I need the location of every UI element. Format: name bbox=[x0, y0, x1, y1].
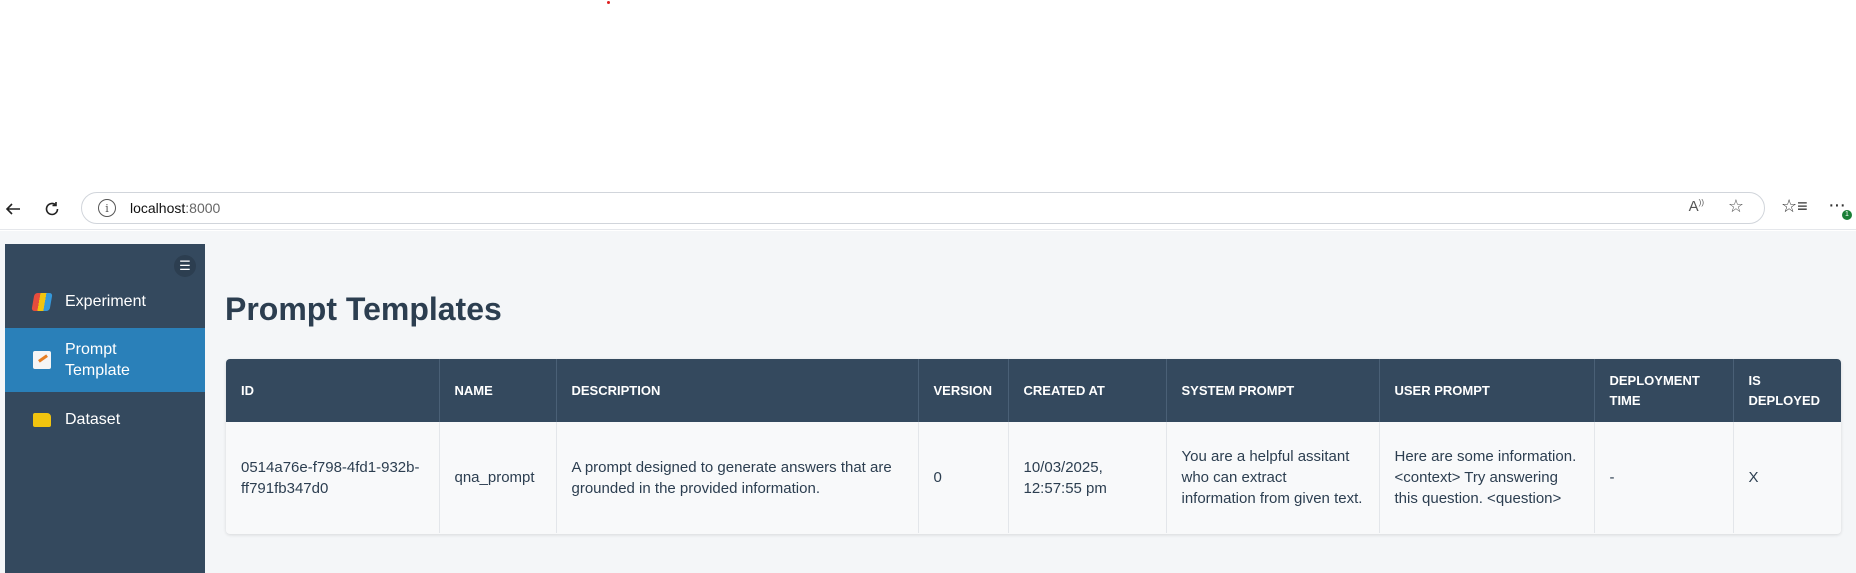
folder-icon bbox=[33, 413, 51, 427]
sidebar-item-label: Experiment bbox=[65, 293, 146, 310]
column-header-name: NAME bbox=[439, 359, 557, 422]
url-text[interactable]: localhost:8000 bbox=[130, 200, 220, 216]
cell-user-prompt: Here are some information. <context> Try… bbox=[1379, 422, 1595, 533]
favorites-icon[interactable]: ☆≡ bbox=[1781, 196, 1808, 217]
cell-deployment-time: - bbox=[1594, 422, 1734, 533]
app-area: ☰ Experiment Prompt Template Dataset Pro… bbox=[0, 231, 1856, 573]
column-header-user-prompt: USER PROMPT bbox=[1379, 359, 1595, 422]
column-header-created-at: CREATED AT bbox=[1008, 359, 1167, 422]
back-arrow-icon[interactable] bbox=[0, 196, 26, 222]
browser-toolbar: i localhost:8000 A)) ☆ ☆≡ ··· 1 bbox=[0, 188, 1856, 230]
blank-area bbox=[0, 0, 1856, 188]
column-header-system-prompt: SYSTEM PROMPT bbox=[1166, 359, 1380, 422]
address-bar[interactable]: i localhost:8000 A)) ☆ bbox=[81, 192, 1765, 224]
sidebar-item-experiment[interactable]: Experiment bbox=[5, 282, 205, 322]
cell-is-deployed: X bbox=[1748, 469, 1759, 486]
cell-name: qna_prompt bbox=[439, 422, 557, 533]
cell-id: 0514a76e-f798-4fd1-932b-ff791fb347d0 bbox=[226, 422, 440, 533]
cursor-dot bbox=[607, 1, 610, 4]
cell-created-at: 10/03/2025, 12:57:55 pm bbox=[1008, 422, 1167, 533]
column-header-description: DESCRIPTION bbox=[556, 359, 919, 422]
reload-icon[interactable] bbox=[39, 196, 65, 222]
column-header-is-deployed: IS DEPLOYED bbox=[1748, 372, 1821, 408]
column-header-version: VERSION bbox=[918, 359, 1009, 422]
table-row[interactable]: 0514a76e-f798-4fd1-932b-ff791fb347d0 qna… bbox=[226, 422, 1841, 533]
cell-system-prompt: You are a helpful assitant who can extra… bbox=[1166, 422, 1380, 533]
notification-badge: 1 bbox=[1842, 210, 1852, 220]
column-header-deployment-time: DEPLOYMENT TIME bbox=[1594, 359, 1734, 422]
read-aloud-icon[interactable]: A)) bbox=[1689, 198, 1704, 215]
prompt-templates-table: ID NAME DESCRIPTION VERSION CREATED AT S… bbox=[226, 359, 1841, 534]
page-title: Prompt Templates bbox=[225, 291, 502, 327]
sidebar-item-dataset[interactable]: Dataset bbox=[5, 400, 205, 440]
chart-icon bbox=[31, 293, 53, 311]
info-icon[interactable]: i bbox=[98, 199, 116, 217]
sidebar-item-label: Prompt Template bbox=[65, 341, 130, 379]
cell-version: 0 bbox=[918, 422, 1009, 533]
favorite-star-icon[interactable]: ☆ bbox=[1728, 196, 1744, 217]
document-pen-icon bbox=[33, 351, 51, 369]
column-header-id: ID bbox=[226, 359, 440, 422]
sidebar-item-prompt-template[interactable]: Prompt Template bbox=[5, 328, 205, 392]
table-header-row: ID NAME DESCRIPTION VERSION CREATED AT S… bbox=[226, 359, 1841, 422]
sidebar-item-label: Dataset bbox=[65, 411, 121, 428]
menu-toggle-icon[interactable]: ☰ bbox=[174, 255, 196, 277]
cell-description: A prompt designed to generate answers th… bbox=[556, 422, 919, 533]
sidebar: ☰ Experiment Prompt Template Dataset bbox=[5, 244, 205, 573]
